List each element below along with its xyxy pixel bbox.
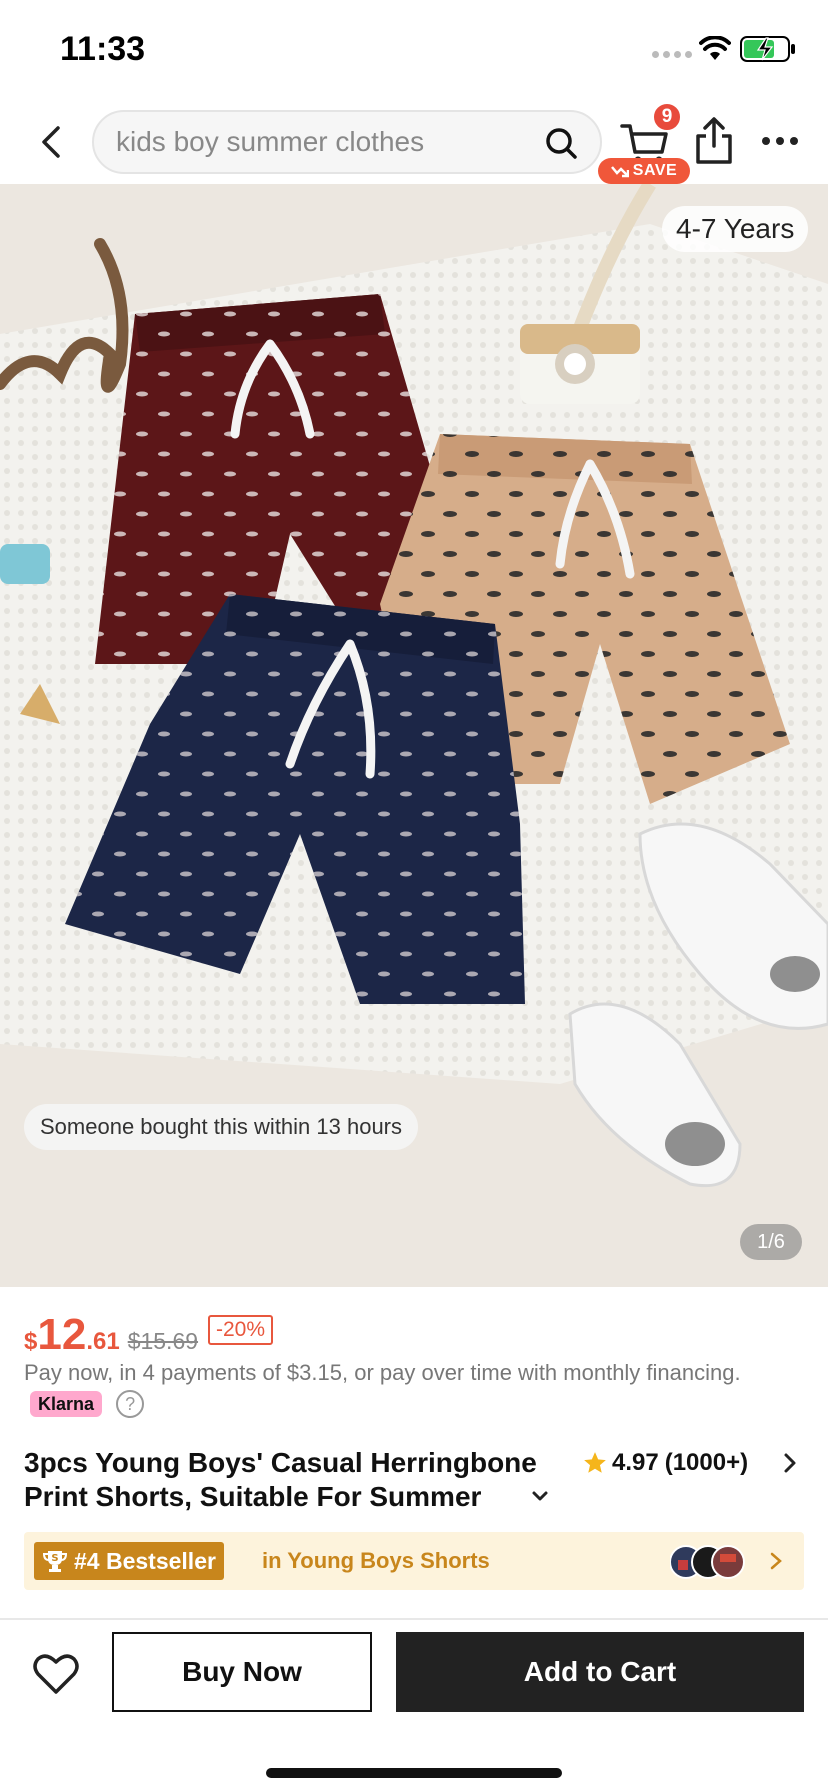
trend-down-icon bbox=[610, 166, 629, 178]
klarna-badge: Klarna bbox=[30, 1391, 103, 1418]
status-time: 11:33 bbox=[60, 30, 146, 68]
wifi-icon bbox=[699, 36, 731, 60]
battery-icon bbox=[740, 36, 795, 62]
search-icon[interactable] bbox=[544, 126, 578, 160]
rating-summary[interactable]: 4.97 (1000+) bbox=[582, 1448, 748, 1478]
image-page-indicator: 1/6 bbox=[740, 1224, 802, 1260]
product-image-gallery[interactable]: 4-7 Years Someone bought this within 13 … bbox=[0, 184, 828, 1287]
buy-now-button[interactable]: Buy Now bbox=[112, 1632, 372, 1712]
bottom-action-bar: Buy Now Add to Cart bbox=[0, 1620, 828, 1792]
chevron-right-icon[interactable] bbox=[780, 1450, 800, 1476]
bestseller-rank: #4 Bestseller bbox=[74, 1547, 216, 1574]
share-icon[interactable] bbox=[692, 116, 736, 166]
social-proof-pill: Someone bought this within 13 hours bbox=[24, 1104, 419, 1150]
rating-count: (1000+) bbox=[664, 1449, 749, 1476]
original-price: $15.69 bbox=[127, 1328, 199, 1354]
save-badge: SAVE bbox=[598, 158, 690, 184]
trophy-icon: S bbox=[42, 1551, 68, 1572]
save-label: SAVE bbox=[632, 162, 678, 179]
heart-icon[interactable] bbox=[30, 1648, 82, 1700]
star-icon bbox=[584, 1452, 606, 1473]
status-bar: 11:33 bbox=[0, 0, 828, 100]
price-row: $ 12 .61 $15.69 bbox=[24, 1310, 198, 1360]
chevron-right-icon bbox=[770, 1552, 782, 1570]
chevron-down-icon[interactable] bbox=[528, 1484, 552, 1508]
home-indicator bbox=[266, 1768, 562, 1778]
help-icon[interactable]: ? bbox=[116, 1390, 145, 1419]
bestseller-category: in Young Boys Shorts bbox=[262, 1548, 490, 1573]
bestseller-banner[interactable]: S #4 Bestseller in Young Boys Shorts bbox=[24, 1532, 804, 1590]
more-icon[interactable] bbox=[758, 126, 802, 156]
search-bar[interactable] bbox=[92, 110, 602, 174]
svg-text:S: S bbox=[51, 1553, 58, 1564]
installment-info: Pay now, in 4 payments of $3.15, or pay … bbox=[24, 1358, 784, 1419]
product-title[interactable]: 3pcs Young Boys' Casual Herringbone Prin… bbox=[24, 1446, 544, 1514]
age-range-tag: 4-7 Years bbox=[662, 206, 809, 252]
back-icon[interactable] bbox=[30, 120, 74, 164]
add-to-cart-button[interactable]: Add to Cart bbox=[396, 1632, 804, 1712]
rating-value: 4.97 bbox=[612, 1449, 659, 1476]
installment-text: Pay now, in 4 payments of $3.15, or pay … bbox=[24, 1360, 741, 1385]
discount-badge: -20% bbox=[208, 1315, 274, 1345]
bestseller-badge: S #4 Bestseller bbox=[34, 1542, 224, 1580]
price-decimal: .61 bbox=[86, 1328, 120, 1355]
signal-icon bbox=[652, 51, 692, 58]
search-header: 9 SAVE bbox=[0, 100, 828, 184]
price-currency: $ bbox=[24, 1328, 38, 1355]
cart-count-badge: 9 bbox=[652, 102, 682, 132]
product-thumbnails bbox=[670, 1545, 745, 1579]
search-input[interactable] bbox=[116, 112, 536, 172]
price-integer: 12 bbox=[37, 1310, 87, 1359]
